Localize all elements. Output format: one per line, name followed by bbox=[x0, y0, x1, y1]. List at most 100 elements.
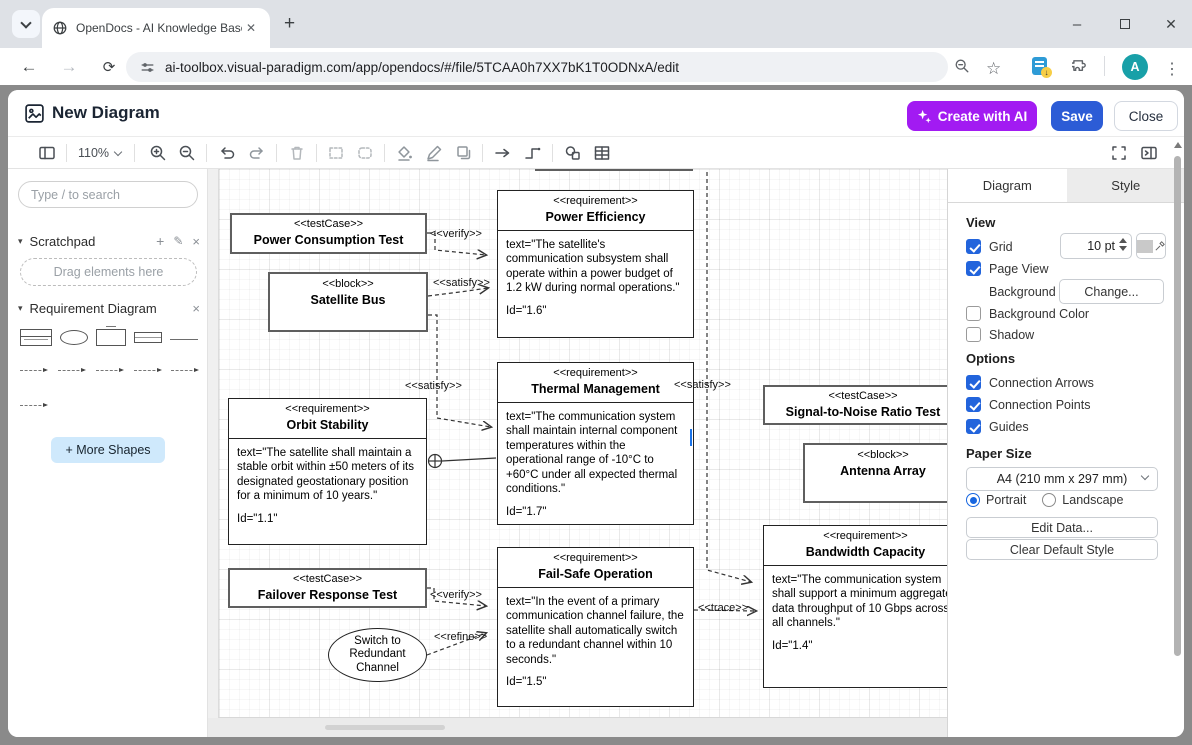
edit-data-button[interactable]: Edit Data... bbox=[966, 517, 1158, 538]
connection-points-checkbox[interactable] bbox=[966, 397, 981, 412]
more-shapes-button[interactable]: + More Shapes bbox=[51, 437, 165, 463]
browser-tab[interactable]: OpenDocs - AI Knowledge Base ✕ bbox=[42, 8, 270, 48]
page-view-checkbox[interactable] bbox=[966, 261, 981, 276]
window-maximize-button[interactable] bbox=[1114, 14, 1136, 34]
new-tab-button[interactable]: + bbox=[284, 14, 295, 33]
horizontal-scrollbar[interactable] bbox=[208, 718, 947, 737]
connector-refine-thumb[interactable] bbox=[134, 370, 160, 371]
node-antenna-array[interactable]: <<block>> Antenna Array bbox=[803, 443, 947, 503]
insert-shape-icon[interactable] bbox=[564, 144, 582, 162]
guides-checkbox[interactable] bbox=[966, 419, 981, 434]
select-marquee-icon[interactable] bbox=[327, 144, 345, 162]
toggle-right-panel-icon[interactable] bbox=[1140, 144, 1158, 162]
requirement-diagram-section-header[interactable]: ▾ Requirement Diagram × bbox=[18, 300, 200, 316]
landscape-radio[interactable] bbox=[1042, 493, 1056, 507]
scratchpad-edit-icon[interactable]: ✎ bbox=[173, 234, 183, 248]
redo-icon[interactable] bbox=[248, 144, 266, 162]
create-with-ai-button[interactable]: Create with AI bbox=[907, 101, 1037, 131]
lasso-select-icon[interactable] bbox=[356, 144, 374, 162]
background-color-checkbox[interactable] bbox=[966, 306, 981, 321]
browser-menu-kebab-icon[interactable]: ⋮ bbox=[1164, 59, 1180, 79]
clear-default-style-button[interactable]: Clear Default Style bbox=[966, 539, 1158, 560]
node-name: Fail-Safe Operation bbox=[500, 566, 691, 582]
connector-trace-thumb[interactable] bbox=[96, 370, 122, 371]
insert-table-icon[interactable] bbox=[593, 144, 611, 162]
straight-connector-icon[interactable] bbox=[494, 144, 512, 162]
toggle-sidebar-icon[interactable] bbox=[38, 144, 56, 162]
node-clipped-top[interactable] bbox=[535, 169, 693, 171]
shape-block-thumb[interactable] bbox=[96, 329, 126, 346]
connector-copy-thumb[interactable] bbox=[20, 405, 46, 406]
stepper-arrows[interactable] bbox=[1119, 238, 1127, 251]
edge-label-satisfy: <<satisfy>> bbox=[405, 380, 462, 392]
tab-style[interactable]: Style bbox=[1067, 169, 1185, 202]
background-change-button[interactable]: Change... bbox=[1059, 279, 1164, 304]
extensions-puzzle-icon[interactable] bbox=[1072, 58, 1089, 75]
paper-size-select[interactable]: A4 (210 mm x 297 mm) bbox=[966, 467, 1158, 491]
section-close-icon[interactable]: × bbox=[192, 301, 200, 316]
node-orbit-stability[interactable]: <<requirement>>Orbit Stability text="The… bbox=[228, 398, 427, 545]
profile-avatar[interactable]: A bbox=[1122, 54, 1148, 80]
download-badge-icon: ↓ bbox=[1041, 67, 1052, 78]
grid-size-stepper[interactable]: 10 pt bbox=[1060, 233, 1132, 259]
node-signal-to-noise-ratio-test[interactable]: <<testCase>> Signal-to-Noise Ratio Test bbox=[763, 385, 947, 425]
scratchpad-section-header[interactable]: ▾ Scratchpad + ✎ × bbox=[18, 233, 200, 249]
bookmark-star-icon[interactable]: ☆ bbox=[986, 59, 1001, 79]
node-bandwidth-capacity[interactable]: <<requirement>>Bandwidth Capacity text="… bbox=[763, 525, 947, 688]
tab-search-button[interactable] bbox=[12, 10, 40, 38]
portrait-radio[interactable] bbox=[966, 493, 980, 507]
clear-style-label: Clear Default Style bbox=[1010, 543, 1114, 557]
scratchpad-close-icon[interactable]: × bbox=[192, 234, 200, 249]
window-close-button[interactable]: ✕ bbox=[1160, 14, 1182, 34]
connector-derive-thumb[interactable] bbox=[171, 370, 197, 371]
back-button[interactable]: ← bbox=[18, 57, 40, 77]
shape-testcase-thumb[interactable] bbox=[60, 330, 88, 345]
scrollbar-thumb[interactable] bbox=[325, 725, 445, 730]
fullscreen-icon[interactable] bbox=[1110, 144, 1128, 162]
reload-button[interactable]: ⟳ bbox=[98, 58, 120, 76]
window-minimize-button[interactable]: – bbox=[1066, 14, 1088, 34]
tab-diagram[interactable]: Diagram bbox=[948, 169, 1067, 202]
vertical-scrollbar[interactable] bbox=[1173, 142, 1183, 734]
scrollbar-thumb[interactable] bbox=[1174, 156, 1181, 656]
elbow-connector-icon[interactable] bbox=[524, 144, 542, 162]
delete-icon[interactable] bbox=[288, 144, 306, 162]
shape-search-input[interactable] bbox=[18, 181, 198, 208]
shadow-style-icon[interactable] bbox=[455, 144, 473, 162]
url-field[interactable]: ai-toolbox.visual-paradigm.com/app/opend… bbox=[126, 52, 948, 82]
fill-color-icon[interactable] bbox=[396, 144, 414, 162]
node-switch-to-redundant-channel[interactable]: Switch to Redundant Channel bbox=[328, 628, 427, 682]
diagram-canvas[interactable]: <<testCase>> Power Consumption Test <<bl… bbox=[208, 169, 947, 737]
undo-icon[interactable] bbox=[218, 144, 236, 162]
stepper-up-icon[interactable] bbox=[1119, 238, 1127, 243]
node-fail-safe-operation[interactable]: <<requirement>>Fail-Safe Operation text=… bbox=[497, 547, 694, 707]
save-button[interactable]: Save bbox=[1051, 101, 1103, 131]
shape-line-thumb[interactable] bbox=[170, 339, 198, 340]
shape-label-box-thumb[interactable] bbox=[134, 332, 162, 343]
stepper-down-icon[interactable] bbox=[1119, 246, 1127, 251]
grid-color-button[interactable] bbox=[1136, 233, 1166, 259]
forward-button[interactable]: → bbox=[58, 57, 80, 77]
node-power-consumption-test[interactable]: <<testCase>> Power Consumption Test bbox=[230, 213, 427, 254]
scroll-up-arrow-icon[interactable] bbox=[1174, 142, 1182, 148]
zoom-in-icon[interactable] bbox=[149, 144, 167, 162]
zoom-page-icon[interactable] bbox=[954, 58, 970, 74]
connector-satisfy-thumb[interactable] bbox=[58, 370, 84, 371]
shape-requirement-thumb[interactable] bbox=[20, 329, 52, 346]
node-satellite-bus[interactable]: <<block>> Satellite Bus bbox=[268, 272, 428, 332]
scratchpad-add-icon[interactable]: + bbox=[156, 233, 164, 249]
zoom-out-icon[interactable] bbox=[178, 144, 196, 162]
grid-checkbox[interactable] bbox=[966, 239, 981, 254]
node-thermal-management[interactable]: <<requirement>>Thermal Management text="… bbox=[497, 362, 694, 525]
shadow-checkbox[interactable] bbox=[966, 327, 981, 342]
connector-verify-thumb[interactable] bbox=[20, 370, 46, 371]
reading-list-icon[interactable]: ↓ bbox=[1032, 57, 1047, 75]
tab-close-icon[interactable]: ✕ bbox=[242, 21, 260, 35]
close-button[interactable]: Close bbox=[1114, 101, 1178, 131]
connection-arrows-checkbox[interactable] bbox=[966, 375, 981, 390]
line-color-pencil-icon[interactable] bbox=[425, 144, 443, 162]
node-power-efficiency[interactable]: <<requirement>>Power Efficiency text="Th… bbox=[497, 190, 694, 338]
node-failover-response-test[interactable]: <<testCase>> Failover Response Test bbox=[228, 568, 427, 608]
scratchpad-dropzone[interactable]: Drag elements here bbox=[20, 258, 197, 286]
zoom-level-dropdown[interactable]: 110% bbox=[78, 146, 121, 160]
